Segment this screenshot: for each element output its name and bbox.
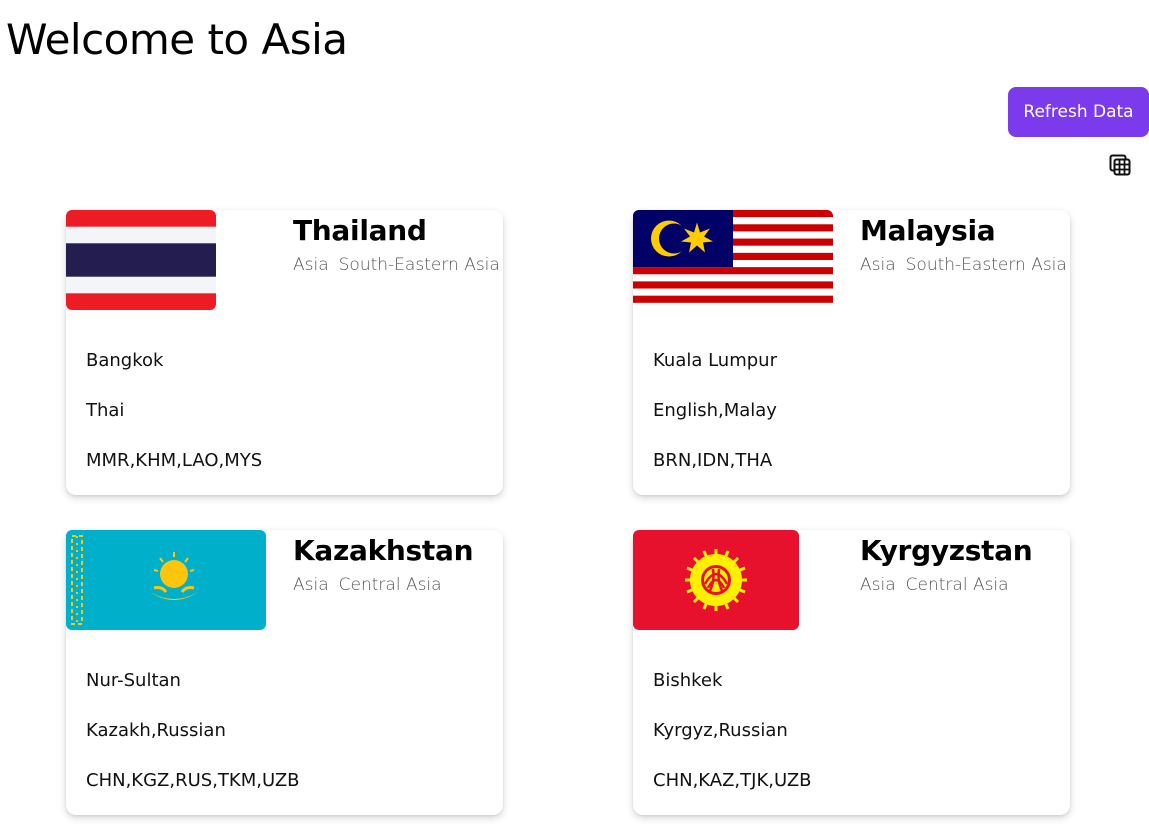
borders-text: BRN,IDN,THA xyxy=(653,450,773,471)
languages-text: Kazakh,Russian xyxy=(86,720,226,741)
capital-text: Nur-Sultan xyxy=(86,670,181,691)
region-label: Asia xyxy=(860,575,896,595)
country-region: Asia South-Eastern Asia xyxy=(860,254,1067,276)
languages-text: Thai xyxy=(86,400,125,421)
country-card-kyrgyzstan[interactable]: Kyrgyzstan Asia Central Asia Bishkek Kyrg… xyxy=(633,530,1070,815)
malaysia-flag xyxy=(633,210,833,310)
kazakhstan-flag xyxy=(66,530,266,630)
languages-text: English,Malay xyxy=(653,400,777,421)
country-name: Kyrgyzstan xyxy=(860,534,1033,567)
refresh-data-button[interactable]: Refresh Data xyxy=(1008,87,1149,137)
region-label: Asia xyxy=(293,255,329,275)
country-card-thailand[interactable]: Thailand Asia South-Eastern Asia Bangkok … xyxy=(66,210,503,495)
subregion-label: South-Eastern Asia xyxy=(338,255,500,275)
subregion-label: Central Asia xyxy=(905,575,1009,595)
subregion-label: Central Asia xyxy=(338,575,442,595)
country-card-malaysia[interactable]: Malaysia Asia South-Eastern Asia Kuala Lu… xyxy=(633,210,1070,495)
region-label: Asia xyxy=(860,255,896,275)
capital-text: Kuala Lumpur xyxy=(653,350,777,371)
page-title: Welcome to Asia xyxy=(6,15,348,64)
languages-text: Kyrgyz,Russian xyxy=(653,720,788,741)
country-name: Thailand xyxy=(293,214,427,247)
capital-text: Bishkek xyxy=(653,670,723,691)
country-card-kazakhstan[interactable]: Kazakhstan Asia Central Asia Nur-Sultan K… xyxy=(66,530,503,815)
capital-text: Bangkok xyxy=(86,350,164,371)
subregion-label: South-Eastern Asia xyxy=(905,255,1067,275)
grid-view-icon[interactable] xyxy=(1108,153,1132,177)
borders-text: MMR,KHM,LAO,MYS xyxy=(86,450,263,471)
region-label: Asia xyxy=(293,575,329,595)
country-name: Kazakhstan xyxy=(293,534,474,567)
kyrgyzstan-flag xyxy=(633,530,799,630)
thailand-flag xyxy=(66,210,216,310)
country-name: Malaysia xyxy=(860,214,996,247)
country-region: Asia Central Asia xyxy=(860,574,1009,596)
country-region: Asia South-Eastern Asia xyxy=(293,254,500,276)
country-region: Asia Central Asia xyxy=(293,574,442,596)
borders-text: CHN,KAZ,TJK,UZB xyxy=(653,770,812,791)
page: Welcome to Asia Refresh Data Thailand As… xyxy=(0,0,1149,834)
borders-text: CHN,KGZ,RUS,TKM,UZB xyxy=(86,770,300,791)
